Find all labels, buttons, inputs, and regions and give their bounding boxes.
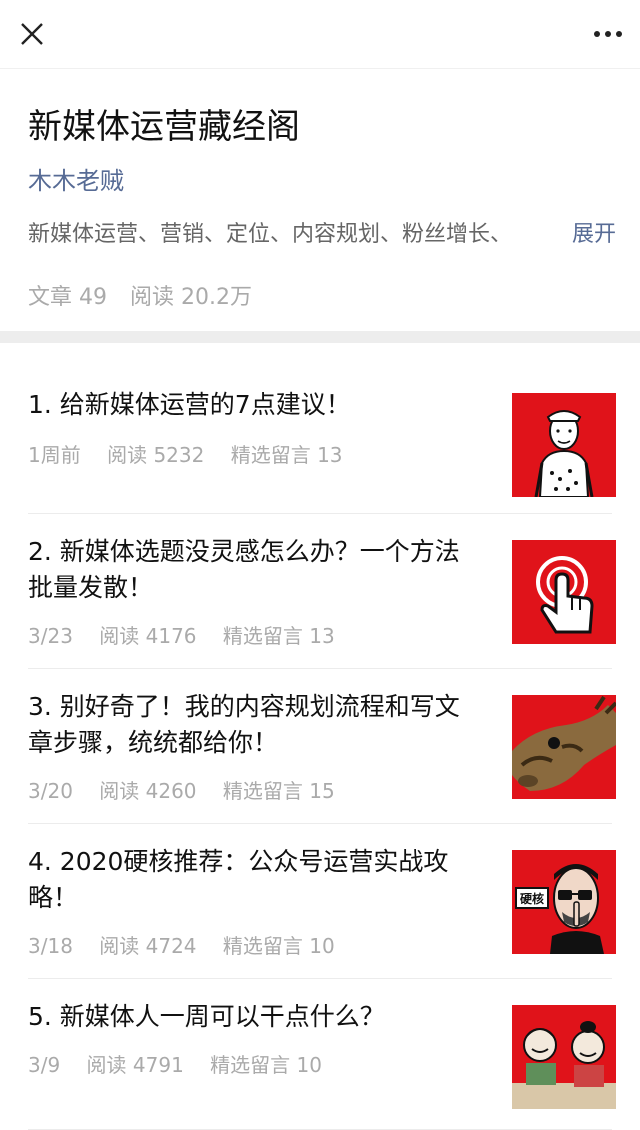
article-comments: 精选留言 13 bbox=[230, 443, 343, 467]
article-comments: 精选留言 15 bbox=[222, 779, 335, 803]
top-bar bbox=[0, 0, 640, 69]
article-date: 3/18 bbox=[28, 934, 73, 958]
article-title: 5. 新媒体人一周可以干点什么？ bbox=[28, 1002, 385, 1031]
article-reads: 阅读 4791 bbox=[86, 1053, 184, 1077]
article-item[interactable]: 3. 别好奇了！我的内容规划流程和写文章步骤，统统都给你！ 3/20 阅读 42… bbox=[28, 669, 616, 824]
giraffe-icon bbox=[512, 695, 616, 799]
article-comments: 精选留言 10 bbox=[222, 934, 335, 958]
more-dots-icon[interactable] bbox=[588, 14, 628, 54]
article-reads: 阅读 4176 bbox=[99, 624, 197, 648]
account-title: 新媒体运营藏经阁 bbox=[28, 107, 300, 147]
article-meta: 3/9 阅读 4791 精选留言 10 bbox=[28, 1049, 342, 1078]
article-thumbnail: 硬核 bbox=[512, 850, 616, 954]
article-date: 1周前 bbox=[28, 443, 81, 467]
article-list: 1. 给新媒体运营的7点建议！ 1周前 阅读 5232 精选留言 13 2. 新… bbox=[0, 343, 640, 1130]
close-icon[interactable] bbox=[12, 14, 52, 54]
section-divider bbox=[0, 331, 640, 343]
article-reads: 阅读 4724 bbox=[99, 934, 197, 958]
author-name[interactable]: 木木老贼 bbox=[28, 161, 124, 196]
article-thumbnail bbox=[512, 1005, 616, 1109]
account-header: 新媒体运营藏经阁 木木老贼 新媒体运营、营销、定位、内容规划、粉丝增长、 展开 … bbox=[0, 69, 640, 331]
article-meta: 1周前 阅读 5232 精选留言 13 bbox=[28, 439, 363, 468]
description-row: 新媒体运营、营销、定位、内容规划、粉丝增长、 展开 bbox=[28, 214, 616, 250]
article-comments: 精选留言 10 bbox=[210, 1053, 322, 1077]
thumbnail-badge-label: 硬核 bbox=[519, 892, 544, 906]
article-title: 3. 别好奇了！我的内容规划流程和写文章步骤，统统都给你！ bbox=[28, 692, 460, 757]
article-reads: 阅读 5232 bbox=[107, 443, 205, 467]
article-date: 3/9 bbox=[28, 1053, 61, 1077]
article-meta: 3/20 阅读 4260 精选留言 15 bbox=[28, 775, 355, 804]
expand-link[interactable]: 展开 bbox=[572, 216, 616, 248]
article-item[interactable]: 5. 新媒体人一周可以干点什么？ 3/9 阅读 4791 精选留言 10 bbox=[28, 979, 616, 1130]
article-thumbnail bbox=[512, 540, 616, 644]
article-date: 3/20 bbox=[28, 779, 73, 803]
article-item[interactable]: 2. 新媒体选题没灵感怎么办？一个方法批量发散！ 3/23 阅读 4176 精选… bbox=[28, 514, 616, 669]
article-reads: 阅读 4260 bbox=[99, 779, 197, 803]
article-date: 3/23 bbox=[28, 624, 73, 648]
article-meta: 3/18 阅读 4724 精选留言 10 bbox=[28, 930, 355, 959]
article-thumbnail bbox=[512, 393, 616, 497]
article-title: 4. 2020硬核推荐：公众号运营实战攻略！ bbox=[28, 847, 449, 912]
reads-count: 阅读 20.2万 bbox=[130, 285, 252, 310]
account-stats: 文章 49 阅读 20.2万 bbox=[28, 279, 268, 311]
backpacker-illustration-icon bbox=[512, 393, 616, 497]
tap-hand-icon bbox=[512, 540, 616, 644]
article-meta: 3/23 阅读 4176 精选留言 13 bbox=[28, 620, 355, 649]
account-description: 新媒体运营、营销、定位、内容规划、粉丝增长、 bbox=[28, 222, 513, 247]
article-thumbnail bbox=[512, 695, 616, 799]
article-title: 1. 给新媒体运营的7点建议！ bbox=[28, 390, 351, 419]
article-item[interactable]: 4. 2020硬核推荐：公众号运营实战攻略！ 3/18 阅读 4724 精选留言… bbox=[28, 824, 616, 979]
article-item[interactable]: 1. 给新媒体运营的7点建议！ 1周前 阅读 5232 精选留言 13 bbox=[28, 343, 616, 514]
articles-count: 文章 49 bbox=[28, 285, 107, 310]
article-title: 2. 新媒体选题没灵感怎么办？一个方法批量发散！ bbox=[28, 537, 460, 602]
meme-faces-icon bbox=[512, 1005, 616, 1109]
article-comments: 精选留言 13 bbox=[222, 624, 335, 648]
